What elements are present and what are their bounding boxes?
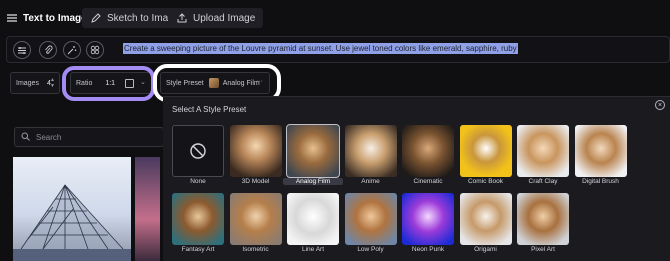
style-preset-label: Isometric [242,246,269,253]
close-icon[interactable]: × [655,100,665,110]
style-preset-thumbnail [402,125,454,177]
style-preset-card[interactable]: Comic Book [459,125,512,189]
style-preset-thumbnail [229,125,282,177]
style-preset-label: 3D Model [241,178,270,185]
style-preset-label: Neon Punk [411,246,445,253]
style-preset-card[interactable]: 3D Model [229,125,282,189]
style-preset-card[interactable]: Fantasy Art [172,193,224,257]
highlight-ring-ratio [62,66,155,101]
paperclip-icon[interactable] [39,41,57,59]
upload-icon [176,12,188,24]
style-preset-card[interactable]: Analog Film [283,124,343,189]
style-preset-card[interactable]: Low Poly [344,193,397,257]
tab-label: Upload Image [193,12,256,24]
style-preset-card[interactable]: Pixel Art [517,193,569,257]
no-style-icon [172,125,224,177]
images-count-stepper[interactable]: Images 4 ▲ ▼ [10,72,60,94]
style-preset-label: Low Poly [357,246,384,253]
tab-label: Text to Image [23,12,87,24]
search-icon [21,132,30,143]
style-preset-thumbnail [286,124,340,178]
style-preset-thumbnail [402,193,454,245]
style-preset-card[interactable]: Isometric [229,193,282,257]
style-preset-card[interactable]: Origami [459,193,512,257]
prompt-bar: Create a sweeping picture of the Louvre … [6,36,670,63]
menu-icon [6,12,18,24]
style-preset-thumbnail [574,125,627,177]
style-preset-card[interactable]: Line Art [287,193,339,257]
settings-sliders-icon[interactable] [13,41,31,59]
search-input[interactable]: Search [14,127,164,147]
prompt-input[interactable]: Create a sweeping picture of the Louvre … [123,43,518,54]
panel-title: Select A Style Preset [172,105,247,114]
style-preset-thumbnail [459,125,512,177]
style-preset-thumbnail [172,193,224,245]
style-preset-label: Anime [361,178,380,185]
style-preset-label: Fantasy Art [181,246,215,253]
style-preset-card[interactable]: Anime [344,125,397,189]
style-preset-card[interactable]: Neon Punk [402,193,454,257]
style-preset-thumbnail [517,193,569,245]
generated-image-louvre[interactable] [13,157,131,261]
style-preset-thumbnail [459,193,512,245]
style-preset-card[interactable]: Craft Clay [517,125,569,189]
style-preset-label: Cinematic [413,178,443,185]
style-preset-thumbnail [287,193,339,245]
tab-text-to-image[interactable]: Text to Image [6,8,87,28]
style-preset-card[interactable]: Digital Brush [574,125,627,189]
search-placeholder: Search [36,132,62,142]
stepper-arrows-icon[interactable]: ▲ ▼ [50,77,55,89]
magic-wand-icon[interactable] [63,41,81,59]
style-preset-label: Origami [474,246,497,253]
style-preset-thumbnail [517,125,569,177]
generated-image-sunset[interactable] [135,157,160,261]
style-preset-label: Craft Clay [528,178,558,185]
style-preset-panel: Select A Style Preset × None 3D Model Anal… [163,96,670,261]
style-preset-label: Digital Brush [582,178,619,185]
style-preset-label: None [190,178,206,185]
mode-tabs: Text to Image Sketch to Image Upload Ima… [0,0,670,36]
style-preset-label: Analog Film [283,178,343,185]
style-preset-thumbnail [344,193,397,245]
style-preset-card[interactable]: Cinematic [402,125,454,189]
shapes-icon[interactable] [86,41,104,59]
style-preset-card[interactable]: None [172,125,224,189]
style-preset-label: Comic Book [467,178,504,185]
style-preset-thumbnail [344,125,397,177]
style-preset-label: Pixel Art [531,246,555,253]
style-preset-label: Line Art [301,246,325,253]
pencil-icon [90,12,102,24]
images-label: Images [16,79,39,87]
tab-upload-image[interactable]: Upload Image [168,8,264,28]
style-preset-thumbnail [229,193,282,245]
